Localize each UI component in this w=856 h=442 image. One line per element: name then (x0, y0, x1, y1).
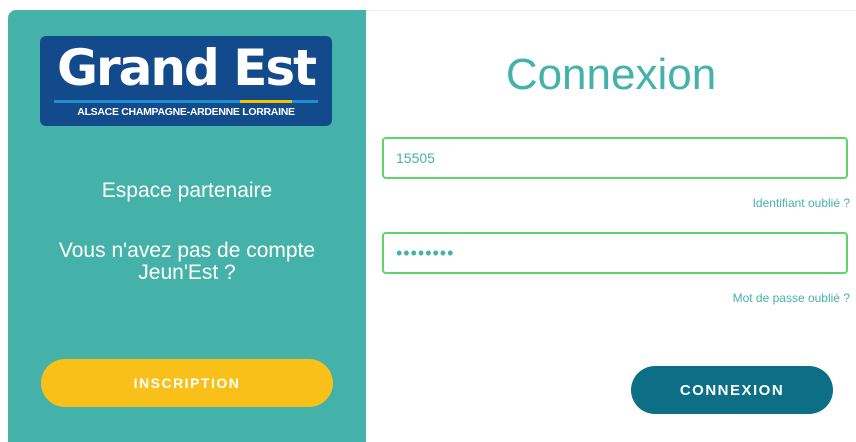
page-title: Connexion (505, 50, 717, 99)
logo-stripe-accent (240, 100, 292, 103)
logo-tagline: ALSACE CHAMPAGNE-ARDENNE LORRAINE (77, 106, 295, 118)
connexion-button[interactable]: CONNEXION (631, 366, 833, 414)
forgot-password-link[interactable]: Mot de passe oublié ? (733, 291, 850, 305)
grand-est-logo: Grand Est ALSACE CHAMPAGNE-ARDENNE LORRA… (40, 36, 332, 126)
password-input[interactable] (382, 232, 848, 274)
login-form-panel: Connexion Identifiant oublié ? Mot de pa… (366, 10, 856, 442)
identifier-input[interactable] (382, 137, 848, 179)
forgot-identifier-link[interactable]: Identifiant oublié ? (753, 196, 850, 210)
logo-wordmark: Grand Est (56, 39, 317, 97)
login-page: Grand Est ALSACE CHAMPAGNE-ARDENNE LORRA… (0, 0, 856, 442)
panel-heading: Espace partenaire (101, 179, 273, 202)
partner-panel: Grand Est ALSACE CHAMPAGNE-ARDENNE LORRA… (8, 10, 366, 442)
no-account-text: Vous n'avez pas de compte Jeun'Est ? (58, 239, 316, 284)
inscription-button[interactable]: INSCRIPTION (41, 359, 333, 407)
